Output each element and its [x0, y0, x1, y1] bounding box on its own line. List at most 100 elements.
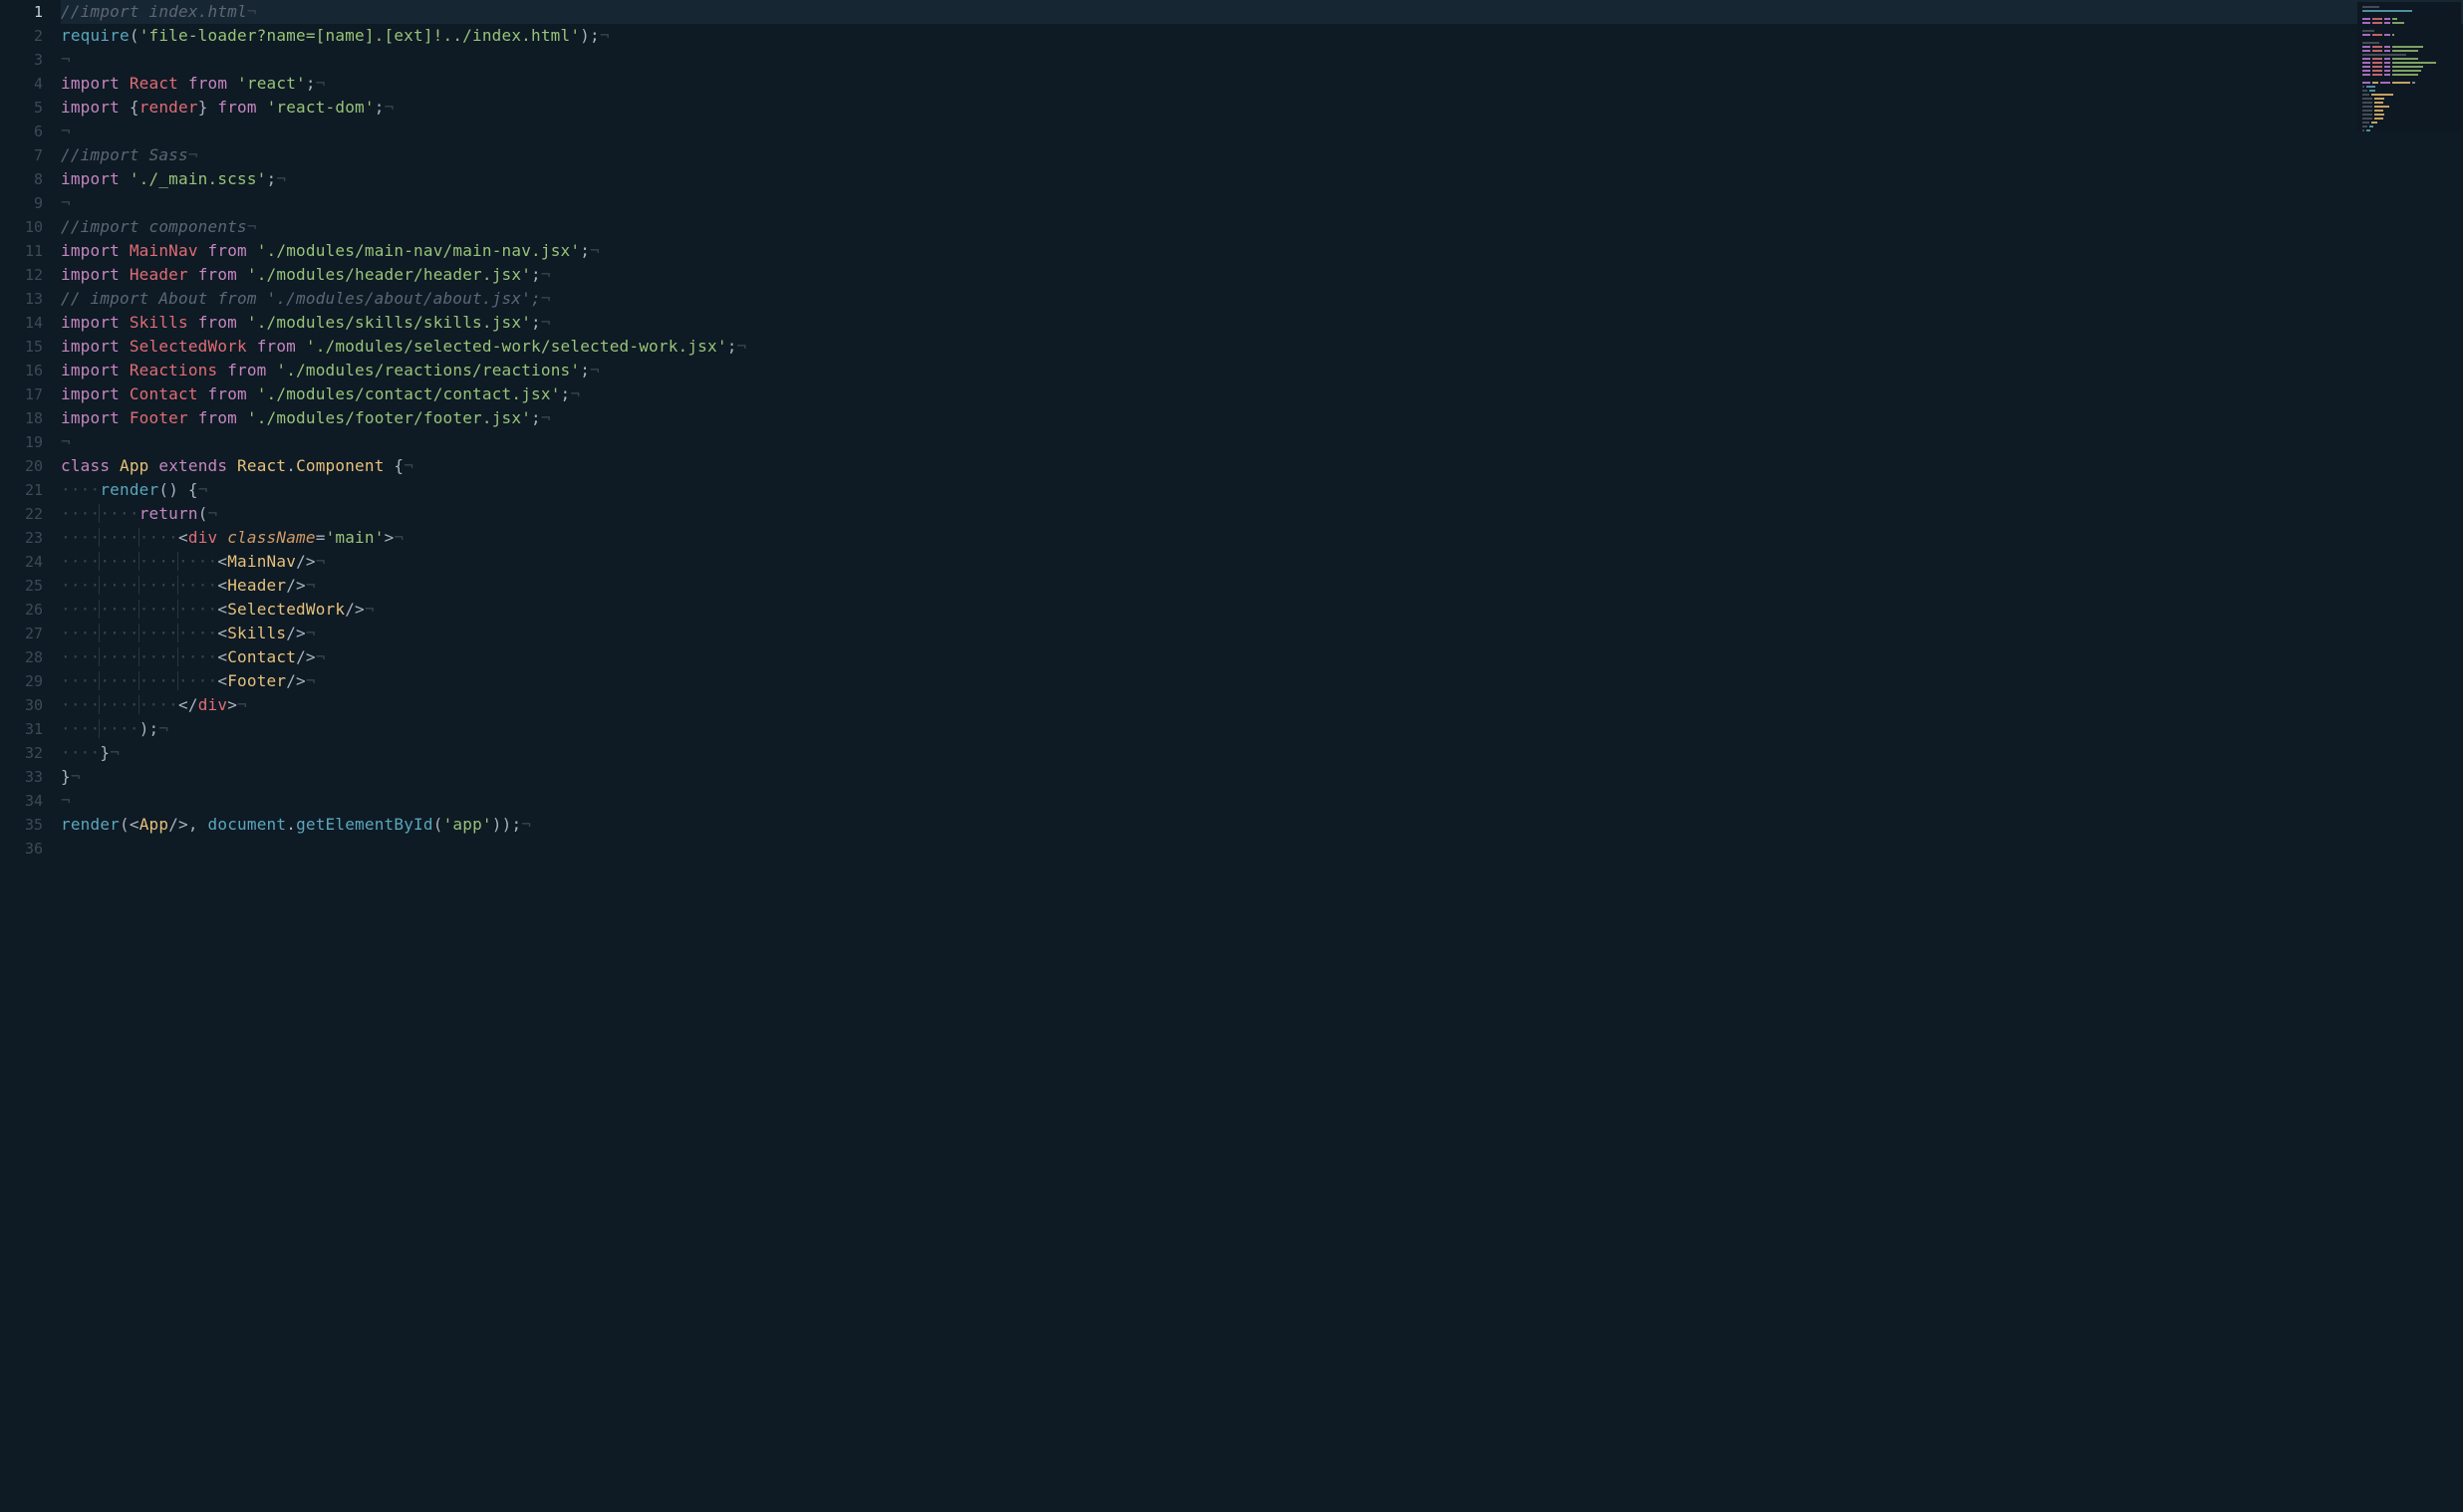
- line-number[interactable]: 6: [0, 120, 43, 143]
- line-number[interactable]: 19: [0, 430, 43, 454]
- line-number[interactable]: 26: [0, 598, 43, 622]
- line-number[interactable]: 32: [0, 741, 43, 765]
- minimap-row: [2362, 98, 2456, 101]
- code-line[interactable]: ¬: [61, 120, 2463, 143]
- line-number[interactable]: 18: [0, 406, 43, 430]
- line-number[interactable]: 30: [0, 693, 43, 717]
- minimap-row: [2362, 30, 2456, 33]
- code-line[interactable]: ····}¬: [61, 741, 2463, 765]
- code-line[interactable]: }¬: [61, 765, 2463, 789]
- code-line[interactable]: // import About from './modules/about/ab…: [61, 287, 2463, 311]
- code-line[interactable]: ············<div className='main'>¬: [61, 526, 2463, 550]
- code-lines[interactable]: //import index.html¬require('file-loader…: [61, 0, 2463, 861]
- line-number[interactable]: 14: [0, 311, 43, 335]
- line-number[interactable]: 10: [0, 215, 43, 239]
- code-line[interactable]: [61, 837, 2463, 861]
- line-number[interactable]: 4: [0, 72, 43, 96]
- line-number[interactable]: 9: [0, 191, 43, 215]
- line-number[interactable]: 17: [0, 382, 43, 406]
- code-line[interactable]: import React from 'react';¬: [61, 72, 2463, 96]
- minimap-row: [2362, 38, 2456, 41]
- line-number[interactable]: 35: [0, 813, 43, 837]
- code-line[interactable]: ············</div>¬: [61, 693, 2463, 717]
- code-line[interactable]: ¬: [61, 430, 2463, 454]
- line-number[interactable]: 24: [0, 550, 43, 574]
- minimap-row: [2362, 129, 2456, 131]
- minimap-row: [2362, 102, 2456, 105]
- minimap-row: [2362, 46, 2456, 49]
- code-line[interactable]: //import Sass¬: [61, 143, 2463, 167]
- code-line[interactable]: ········return(¬: [61, 502, 2463, 526]
- minimap-row: [2362, 18, 2456, 21]
- code-line[interactable]: require('file-loader?name=[name].[ext]!.…: [61, 24, 2463, 48]
- minimap-row: [2362, 110, 2456, 113]
- code-line[interactable]: ················<Footer/>¬: [61, 669, 2463, 693]
- code-line[interactable]: import Reactions from './modules/reactio…: [61, 359, 2463, 382]
- code-line[interactable]: //import components¬: [61, 215, 2463, 239]
- minimap-row: [2362, 42, 2456, 45]
- minimap-row: [2362, 90, 2456, 93]
- minimap-row: [2362, 6, 2456, 9]
- line-number[interactable]: 5: [0, 96, 43, 120]
- code-line[interactable]: ················<MainNav/>¬: [61, 550, 2463, 574]
- line-number[interactable]: 22: [0, 502, 43, 526]
- minimap-row: [2362, 50, 2456, 53]
- minimap-row: [2362, 118, 2456, 121]
- minimap-row: [2362, 34, 2456, 37]
- code-line[interactable]: ¬: [61, 191, 2463, 215]
- line-number-gutter[interactable]: 1234567891011121314151617181920212223242…: [0, 0, 55, 1512]
- line-number[interactable]: 25: [0, 574, 43, 598]
- minimap-row: [2362, 66, 2456, 69]
- line-number[interactable]: 36: [0, 837, 43, 861]
- line-number[interactable]: 11: [0, 239, 43, 263]
- line-number[interactable]: 34: [0, 789, 43, 813]
- code-line[interactable]: import Header from './modules/header/hea…: [61, 263, 2463, 287]
- line-number[interactable]: 2: [0, 24, 43, 48]
- code-area[interactable]: //import index.html¬require('file-loader…: [55, 0, 2463, 1512]
- code-line[interactable]: import Skills from './modules/skills/ski…: [61, 311, 2463, 335]
- code-line[interactable]: ········);¬: [61, 717, 2463, 741]
- code-line[interactable]: import Contact from './modules/contact/c…: [61, 382, 2463, 406]
- minimap-row: [2362, 94, 2456, 97]
- code-line[interactable]: class App extends React.Component {¬: [61, 454, 2463, 478]
- code-line[interactable]: ················<Contact/>¬: [61, 645, 2463, 669]
- code-line[interactable]: ················<Header/>¬: [61, 574, 2463, 598]
- code-line[interactable]: ················<Skills/>¬: [61, 622, 2463, 645]
- minimap-row: [2362, 70, 2456, 73]
- minimap-row: [2362, 54, 2456, 57]
- line-number[interactable]: 8: [0, 167, 43, 191]
- code-line[interactable]: import Footer from './modules/footer/foo…: [61, 406, 2463, 430]
- line-number[interactable]: 12: [0, 263, 43, 287]
- minimap-row: [2362, 62, 2456, 65]
- code-line[interactable]: //import index.html¬: [61, 0, 2463, 24]
- code-line[interactable]: ¬: [61, 789, 2463, 813]
- code-line[interactable]: ················<SelectedWork/>¬: [61, 598, 2463, 622]
- minimap-row: [2362, 26, 2456, 29]
- minimap[interactable]: [2357, 2, 2461, 131]
- line-number[interactable]: 3: [0, 48, 43, 72]
- line-number[interactable]: 15: [0, 335, 43, 359]
- line-number[interactable]: 1: [0, 0, 43, 24]
- line-number[interactable]: 7: [0, 143, 43, 167]
- line-number[interactable]: 29: [0, 669, 43, 693]
- minimap-row: [2362, 10, 2456, 13]
- line-number[interactable]: 13: [0, 287, 43, 311]
- line-number[interactable]: 23: [0, 526, 43, 550]
- line-number[interactable]: 21: [0, 478, 43, 502]
- code-line[interactable]: import MainNav from './modules/main-nav/…: [61, 239, 2463, 263]
- code-line[interactable]: ¬: [61, 48, 2463, 72]
- line-number[interactable]: 31: [0, 717, 43, 741]
- code-line[interactable]: ····render() {¬: [61, 478, 2463, 502]
- minimap-row: [2362, 106, 2456, 109]
- code-line[interactable]: import SelectedWork from './modules/sele…: [61, 335, 2463, 359]
- code-line[interactable]: import './_main.scss';¬: [61, 167, 2463, 191]
- line-number[interactable]: 28: [0, 645, 43, 669]
- line-number[interactable]: 33: [0, 765, 43, 789]
- line-number[interactable]: 16: [0, 359, 43, 382]
- line-number[interactable]: 20: [0, 454, 43, 478]
- code-editor[interactable]: 1234567891011121314151617181920212223242…: [0, 0, 2463, 1512]
- code-line[interactable]: render(<App/>, document.getElementById('…: [61, 813, 2463, 837]
- minimap-row: [2362, 82, 2456, 85]
- line-number[interactable]: 27: [0, 622, 43, 645]
- code-line[interactable]: import {render} from 'react-dom';¬: [61, 96, 2463, 120]
